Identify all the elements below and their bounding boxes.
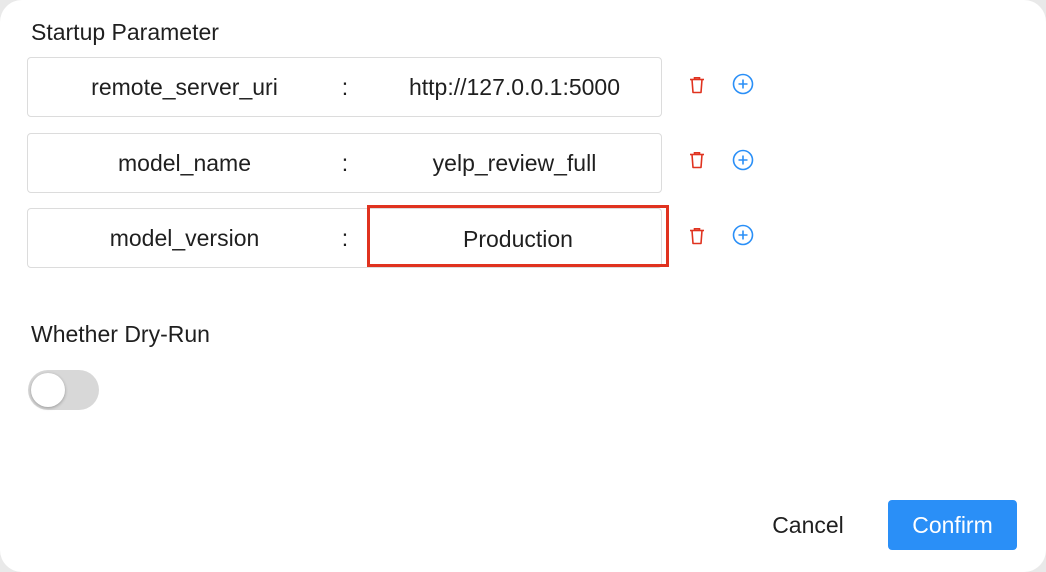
trash-icon[interactable] [684, 72, 710, 98]
param-separator: : [341, 150, 349, 176]
dry-run-toggle[interactable] [28, 370, 99, 410]
param-separator: : [341, 225, 349, 251]
plus-circle-icon[interactable] [730, 147, 756, 173]
param-key-input[interactable]: model_version [28, 209, 341, 267]
param-value-input[interactable]: yelp_review_full [368, 134, 661, 192]
param-key-input[interactable]: remote_server_uri [28, 58, 341, 116]
dry-run-label: Whether Dry-Run [31, 321, 210, 347]
param-key-input[interactable]: model_name [28, 134, 341, 192]
startup-dialog: Startup Parameter remote_server_uri : ht… [0, 0, 1046, 572]
param-value-input[interactable]: http://127.0.0.1:5000 [368, 58, 661, 116]
param-value-input-highlighted[interactable]: Production [367, 205, 669, 267]
cancel-button[interactable]: Cancel [752, 500, 864, 550]
startup-parameter-label: Startup Parameter [31, 19, 219, 45]
param-row-model-version: model_version : Production [27, 205, 669, 268]
plus-circle-icon[interactable] [730, 222, 756, 248]
toggle-knob [31, 373, 65, 407]
param-row-remote-server-uri: remote_server_uri : http://127.0.0.1:500… [27, 57, 662, 117]
plus-circle-icon[interactable] [730, 71, 756, 97]
param-row-model-name: model_name : yelp_review_full [27, 133, 662, 193]
confirm-button[interactable]: Confirm [888, 500, 1017, 550]
trash-icon[interactable] [684, 147, 710, 173]
param-separator: : [341, 74, 349, 100]
trash-icon[interactable] [684, 223, 710, 249]
